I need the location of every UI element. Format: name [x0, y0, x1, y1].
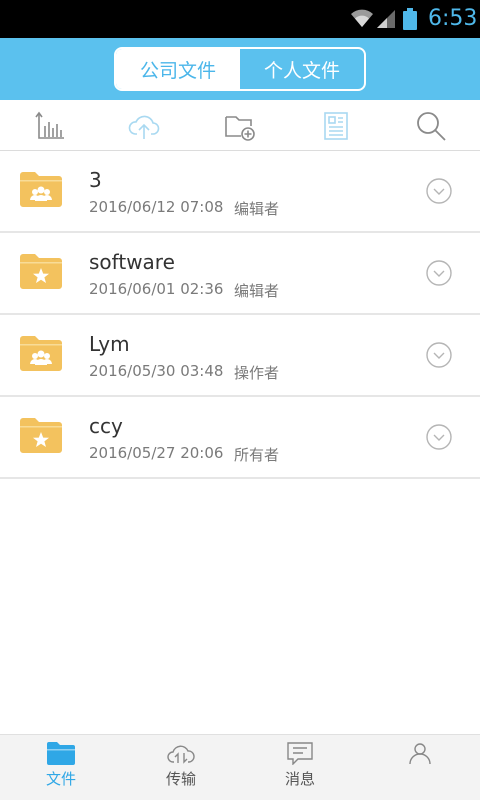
file-date: 2016/05/27 20:06: [89, 444, 224, 462]
shared-folder-icon: [20, 172, 62, 207]
file-date: 2016/06/01 02:36: [89, 280, 224, 298]
file-name: Lym: [89, 332, 130, 356]
transfer-cloud-icon: [167, 745, 195, 764]
nav-label: 传输: [165, 770, 196, 788]
tab-personal-files[interactable]: 个人文件: [240, 49, 364, 89]
user-icon: [409, 743, 431, 765]
nav-label: 文件: [45, 770, 76, 788]
file-role: 编辑者: [234, 282, 280, 300]
sort-chart-icon[interactable]: [34, 110, 66, 142]
file-date: 2016/05/30 03:48: [89, 362, 224, 380]
file-name: ccy: [89, 414, 123, 438]
file-scope-segmented-control: 公司文件 个人文件: [114, 47, 366, 91]
tab-company-files[interactable]: 公司文件: [116, 49, 240, 89]
status-time: 6:53: [428, 6, 478, 31]
search-icon[interactable]: [415, 110, 447, 142]
file-role: 所有者: [234, 446, 280, 464]
nav-messages[interactable]: 消息: [260, 741, 340, 789]
file-row-ccy[interactable]: ccy 2016/05/27 20:06 所有者: [0, 397, 480, 479]
upload-cloud-icon[interactable]: [128, 110, 160, 142]
chevron-down-icon[interactable]: [426, 178, 452, 204]
file-role: 操作者: [234, 364, 280, 382]
bottom-nav: 文件 传输 消息: [0, 734, 480, 800]
starred-folder-icon: [20, 418, 62, 453]
document-view-icon[interactable]: [320, 110, 352, 142]
header: 公司文件 个人文件: [0, 38, 480, 100]
file-name: software: [89, 250, 175, 274]
file-name: 3: [89, 168, 102, 192]
chevron-down-icon[interactable]: [426, 342, 452, 368]
wifi-icon: [351, 9, 373, 27]
chevron-down-icon[interactable]: [426, 260, 452, 286]
nav-label: 消息: [284, 770, 315, 788]
file-date: 2016/06/12 07:08: [89, 198, 224, 216]
nav-profile[interactable]: [380, 741, 460, 768]
battery-icon: [403, 8, 417, 30]
file-row-software[interactable]: software 2016/06/01 02:36 编辑者: [0, 233, 480, 315]
folder-icon: [47, 742, 75, 765]
nav-files[interactable]: 文件: [21, 741, 101, 789]
nav-transfer[interactable]: 传输: [141, 741, 221, 789]
status-bar: 6:53: [0, 0, 480, 38]
file-row-lym[interactable]: Lym 2016/05/30 03:48 操作者: [0, 315, 480, 397]
file-row-3[interactable]: 3 2016/06/12 07:08 编辑者: [0, 151, 480, 233]
toolbar: [0, 100, 480, 151]
file-list: 3 2016/06/12 07:08 编辑者 software 2016/06/…: [0, 151, 480, 479]
chevron-down-icon[interactable]: [426, 424, 452, 450]
starred-folder-icon: [20, 254, 62, 289]
message-icon: [287, 742, 313, 765]
file-role: 编辑者: [234, 200, 280, 218]
shared-folder-icon: [20, 336, 62, 371]
new-folder-icon[interactable]: [224, 110, 256, 142]
signal-icon: [377, 10, 395, 28]
